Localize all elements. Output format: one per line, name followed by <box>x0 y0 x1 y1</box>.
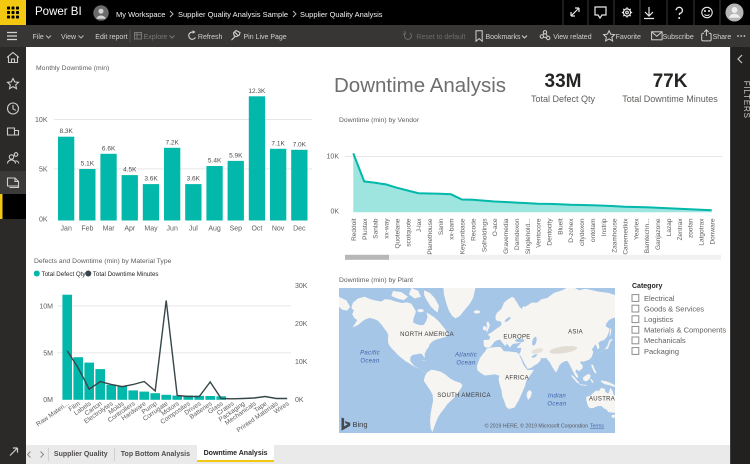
svg-text:Plustax: Plustax <box>362 218 369 240</box>
svg-text:Goods & Services: Goods & Services <box>644 304 704 313</box>
svg-text:Dec: Dec <box>293 226 306 233</box>
svg-text:Aug: Aug <box>208 226 221 233</box>
svg-text:EUROPE: EUROPE <box>503 335 530 341</box>
svg-text:ASIA: ASIA <box>568 330 583 336</box>
svg-text:Feb: Feb <box>81 226 93 233</box>
svg-text:scotquote: scotquote <box>405 218 412 247</box>
svg-text:20K: 20K <box>295 321 308 328</box>
svg-text:Sep: Sep <box>230 226 243 233</box>
svg-text:Jun: Jun <box>167 226 178 233</box>
svg-text:12.3K: 12.3K <box>248 88 266 95</box>
svg-text:0M: 0M <box>43 397 53 404</box>
svg-text:Indian: Indian <box>548 394 567 400</box>
svg-text:Jul: Jul <box>189 226 198 233</box>
svg-text:Bamtechn...: Bamtechn... <box>644 218 651 253</box>
svg-text:Bing: Bing <box>353 420 368 429</box>
svg-text:Pacific: Pacific <box>360 351 380 357</box>
svg-text:Zentrax: Zentrax <box>677 218 684 241</box>
svg-text:Logistics: Logistics <box>644 315 673 324</box>
svg-text:Sanin: Sanin <box>438 218 445 235</box>
svg-text:Ocean: Ocean <box>456 361 476 367</box>
svg-text:30K: 30K <box>295 283 308 290</box>
svg-text:Ganjazone: Ganjazone <box>655 218 662 250</box>
svg-text:Lazap: Lazap <box>666 218 673 236</box>
svg-text:0K: 0K <box>39 217 48 224</box>
svg-text:NORTH AMERICA: NORTH AMERICA <box>400 332 454 338</box>
svg-text:Mechanicals: Mechanicals <box>644 336 686 345</box>
svg-text:Mar: Mar <box>103 226 116 233</box>
svg-text:Damdexon: Damdexon <box>514 218 521 250</box>
svg-text:Packaging: Packaging <box>644 347 679 356</box>
svg-text:ontotam: ontotam <box>590 219 597 243</box>
svg-text:O-ace: O-ace <box>492 218 499 236</box>
svg-text:J-lax: J-lax <box>416 218 423 232</box>
svg-text:Yearlex: Yearlex <box>633 218 640 240</box>
svg-text:Planethouse: Planethouse <box>427 218 434 255</box>
svg-text:Nov: Nov <box>272 226 285 233</box>
svg-text:Terms: Terms <box>590 424 605 430</box>
svg-text:Jan: Jan <box>61 226 72 233</box>
svg-text:Quotelane: Quotelane <box>394 218 401 248</box>
svg-text:5.9K: 5.9K <box>229 152 243 159</box>
svg-text:Materials & Components: Materials & Components <box>644 326 726 335</box>
svg-text:Apr: Apr <box>124 226 136 233</box>
svg-text:May: May <box>144 226 158 233</box>
svg-text:Canemedkix: Canemedkix <box>623 218 630 255</box>
svg-text:3.6K: 3.6K <box>187 176 201 183</box>
svg-text:Ocean: Ocean <box>547 402 567 408</box>
svg-text:Recode: Recode <box>471 218 478 241</box>
svg-text:Instrip: Instrip <box>601 218 608 236</box>
svg-text:7.2K: 7.2K <box>166 139 180 146</box>
svg-text:Singlehold...: Singlehold... <box>525 218 532 254</box>
svg-text:Reddoit: Reddoit <box>351 218 358 241</box>
svg-text:citydexon: citydexon <box>579 218 586 246</box>
svg-text:5.4K: 5.4K <box>208 158 222 165</box>
svg-text:Dentocity: Dentocity <box>547 218 554 246</box>
svg-text:Total Defect Qty: Total Defect Qty <box>42 271 87 278</box>
svg-text:Gravemedia: Gravemedia <box>503 218 510 254</box>
svg-text:5K: 5K <box>39 166 48 173</box>
svg-text:Solholdings: Solholdings <box>481 218 488 252</box>
svg-text:Raw Materi...: Raw Materi... <box>35 400 71 428</box>
svg-text:Total Downtime Minutes: Total Downtime Minutes <box>93 271 159 278</box>
svg-text:0K: 0K <box>295 397 304 404</box>
svg-text:xx-way: xx-way <box>384 218 391 239</box>
svg-text:D-zohex: D-zohex <box>568 218 575 243</box>
svg-text:Oct: Oct <box>251 226 262 233</box>
svg-text:10K: 10K <box>327 154 340 161</box>
svg-text:8.3K: 8.3K <box>60 128 74 135</box>
svg-text:AFRICA: AFRICA <box>505 376 529 382</box>
svg-text:6.6K: 6.6K <box>102 145 116 152</box>
svg-text:Electrical: Electrical <box>644 294 675 303</box>
svg-text:7.0K: 7.0K <box>293 141 307 148</box>
svg-text:Donware: Donware <box>709 218 716 244</box>
svg-text:Keyzunbase: Keyzunbase <box>460 218 467 254</box>
svg-text:7.1K: 7.1K <box>271 140 285 147</box>
svg-text:5M: 5M <box>43 350 53 357</box>
svg-text:Zaamhouse: Zaamhouse <box>612 218 619 253</box>
svg-text:xx-bam: xx-bam <box>449 219 456 240</box>
svg-text:zoofan: zoofan <box>688 218 695 238</box>
svg-text:10K: 10K <box>35 117 48 124</box>
svg-text:10M: 10M <box>39 303 53 310</box>
svg-text:Atlantic: Atlantic <box>454 353 477 359</box>
svg-text:SOUTH AMERICA: SOUTH AMERICA <box>437 393 491 399</box>
svg-text:© 2019 HERE, © 2019 Microsoft: © 2019 HERE, © 2019 Microsoft Corporatio… <box>485 423 588 430</box>
svg-text:Bluelt: Bluelt <box>557 218 564 234</box>
svg-text:3.6K: 3.6K <box>144 176 158 183</box>
svg-text:5.1K: 5.1K <box>81 161 95 168</box>
svg-text:0K: 0K <box>330 208 339 215</box>
svg-text:AUSTRALIA: AUSTRALIA <box>589 397 615 403</box>
svg-text:Ventocore: Ventocore <box>536 218 543 248</box>
svg-text:Ocean: Ocean <box>360 359 380 365</box>
svg-text:Sanlab: Sanlab <box>373 218 380 239</box>
svg-text:4.5K: 4.5K <box>123 167 137 174</box>
svg-text:10K: 10K <box>295 359 308 366</box>
svg-text:Latgotrax: Latgotrax <box>699 218 706 246</box>
